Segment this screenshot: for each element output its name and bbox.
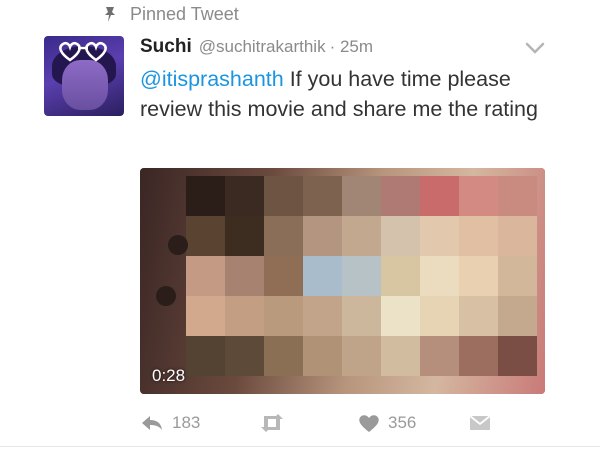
chevron-down-icon[interactable] xyxy=(524,40,546,56)
like-button[interactable]: 356 xyxy=(358,410,416,436)
pinned-label: Pinned Tweet xyxy=(130,3,239,24)
direct-message-icon xyxy=(468,414,492,432)
reply-icon xyxy=(140,413,164,433)
reply-button[interactable]: 183 xyxy=(140,410,200,436)
eye-detail xyxy=(168,235,188,255)
retweet-icon xyxy=(258,413,286,433)
tweet-actions: 183 356 xyxy=(140,410,540,436)
reply-count: 183 xyxy=(172,413,201,432)
retweet-button[interactable] xyxy=(258,410,286,436)
pinned-tweet-row: Pinned Tweet xyxy=(100,2,239,26)
mention-link[interactable]: @itisprashanth xyxy=(140,67,284,91)
pixelated-censor-overlay xyxy=(186,176,537,376)
tweet-text: @itisprashanth If you have time please r… xyxy=(140,64,540,124)
author-handle[interactable]: @suchitrakarthik xyxy=(199,37,326,57)
tweet-video[interactable]: 0:28 xyxy=(140,168,545,394)
tweet-timestamp[interactable]: · 25m xyxy=(330,37,373,57)
avatar[interactable] xyxy=(44,36,124,116)
divider xyxy=(0,446,600,447)
direct-message-button[interactable] xyxy=(468,410,492,436)
author-name[interactable]: Suchi xyxy=(140,36,192,58)
video-duration: 0:28 xyxy=(152,366,186,385)
heart-glasses-icon xyxy=(59,41,107,62)
like-count: 356 xyxy=(388,413,417,432)
heart-icon xyxy=(358,413,380,433)
eye-detail xyxy=(156,286,176,306)
tweet-header: Suchi @suchitrakarthik · 25m xyxy=(140,36,373,58)
pin-icon xyxy=(100,4,126,24)
